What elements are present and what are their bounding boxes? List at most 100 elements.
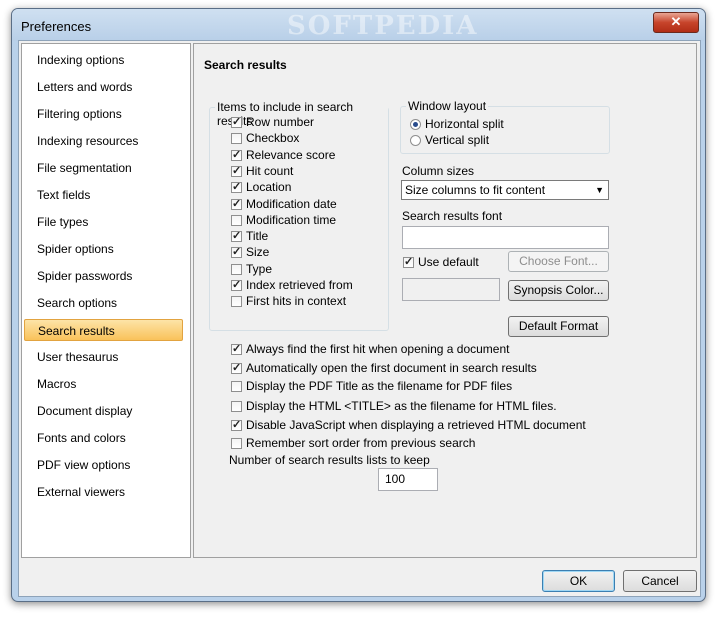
default-format-button[interactable]: Default Format	[508, 316, 609, 337]
checkbox-label: Index retrieved from	[246, 278, 353, 292]
disable-javascript-checkbox[interactable]: Disable JavaScript when displaying a ret…	[231, 417, 586, 433]
checkbox-box[interactable]	[231, 263, 242, 275]
checkbox-label: Hit count	[246, 164, 294, 178]
sidebar-item-spider-options[interactable]: Spider options	[24, 238, 183, 260]
softpedia-watermark: SOFTPEDIA	[287, 11, 479, 41]
checkbox-label: Automatically open the first document in…	[246, 361, 537, 375]
sidebar-item-indexing-resources[interactable]: Indexing resources	[24, 130, 183, 152]
always-find-first-hit-checkbox[interactable]: Always find the first hit when opening a…	[231, 341, 509, 357]
include-title-checkbox[interactable]: Title	[231, 228, 268, 244]
include-row-number-checkbox[interactable]: Row number	[231, 114, 314, 130]
checkbox-label: Always find the first hit when opening a…	[246, 342, 510, 356]
column-sizes-value: Size columns to fit content	[405, 183, 546, 197]
checkbox-label: Location	[246, 180, 292, 194]
include-checkbox-checkbox[interactable]: Checkbox	[231, 130, 299, 146]
include-first-hits-in-context-checkbox[interactable]: First hits in context	[231, 293, 346, 309]
checkbox-box[interactable]	[231, 180, 242, 193]
title-bar[interactable]: Preferences SOFTPEDIA ✕	[12, 9, 705, 41]
checkbox-label: Disable JavaScript when displaying a ret…	[246, 418, 586, 432]
dialog-client: Indexing options Letters and words Filte…	[18, 40, 701, 597]
checkbox-label: Title	[246, 229, 269, 243]
remember-sort-order-checkbox[interactable]: Remember sort order from previous search	[231, 435, 475, 451]
synopsis-color-button[interactable]: Synopsis Color...	[508, 280, 609, 301]
sidebar-item-search-results[interactable]: Search results	[24, 319, 183, 341]
sidebar-item-pdf-view-options[interactable]: PDF view options	[24, 454, 183, 476]
vertical-split-radio[interactable]: Vertical split	[410, 132, 489, 148]
checkbox-box[interactable]	[231, 437, 242, 449]
sidebar-item-indexing-options[interactable]: Indexing options	[24, 49, 183, 71]
html-title-as-filename-checkbox[interactable]: Display the HTML <TITLE> as the filename…	[231, 398, 557, 414]
checkbox-box[interactable]	[231, 342, 242, 355]
sidebar-item-filtering-options[interactable]: Filtering options	[24, 103, 183, 125]
choose-font-button[interactable]: Choose Font...	[508, 251, 609, 272]
sidebar-item-external-viewers[interactable]: External viewers	[24, 481, 183, 503]
close-button[interactable]: ✕	[653, 12, 699, 33]
checkbox-box[interactable]	[231, 278, 242, 291]
window-layout-label: Window layout	[406, 99, 489, 113]
include-type-checkbox[interactable]: Type	[231, 261, 272, 277]
sidebar-item-file-segmentation[interactable]: File segmentation	[24, 157, 183, 179]
include-hit-count-checkbox[interactable]: Hit count	[231, 163, 293, 179]
ok-button[interactable]: OK	[542, 570, 615, 592]
auto-open-first-document-checkbox[interactable]: Automatically open the first document in…	[231, 360, 537, 376]
checkbox-box[interactable]	[231, 380, 242, 392]
checkbox-box[interactable]	[231, 132, 242, 144]
checkbox-box[interactable]	[231, 245, 242, 258]
sidebar-item-search-options[interactable]: Search options	[24, 292, 183, 314]
radio-circle[interactable]	[410, 118, 421, 130]
checkbox-label: Type	[246, 262, 273, 276]
checkbox-box[interactable]	[231, 214, 242, 226]
checkbox-box[interactable]	[231, 361, 242, 374]
include-index-retrieved-from-checkbox[interactable]: Index retrieved from	[231, 277, 353, 293]
radio-label: Horizontal split	[425, 117, 504, 131]
checkbox-label: Use default	[418, 255, 479, 269]
checkbox-box[interactable]	[231, 229, 242, 242]
checkbox-label: Display the PDF Title as the filename fo…	[246, 379, 513, 393]
sidebar-item-file-types[interactable]: File types	[24, 211, 183, 233]
use-default-font-checkbox[interactable]: Use default	[403, 254, 479, 270]
window-title: Preferences	[21, 19, 92, 34]
checkbox-label: Checkbox	[246, 131, 300, 145]
include-location-checkbox[interactable]: Location	[231, 179, 291, 195]
checkbox-box[interactable]	[231, 148, 242, 161]
include-relevance-score-checkbox[interactable]: Relevance score	[231, 147, 335, 163]
close-icon: ✕	[670, 14, 682, 29]
column-sizes-label: Column sizes	[402, 164, 475, 178]
lists-to-keep-label: Number of search results lists to keep	[229, 453, 430, 467]
sidebar-item-text-fields[interactable]: Text fields	[24, 184, 183, 206]
sidebar-item-letters-and-words[interactable]: Letters and words	[24, 76, 183, 98]
checkbox-box[interactable]	[231, 418, 242, 431]
checkbox-label: Display the HTML <TITLE> as the filename…	[246, 399, 557, 413]
cancel-button[interactable]: Cancel	[623, 570, 697, 592]
synopsis-color-swatch	[402, 278, 500, 301]
checkbox-box[interactable]	[231, 115, 242, 128]
preferences-window: Preferences SOFTPEDIA ✕ Indexing options…	[11, 8, 706, 602]
sidebar-item-macros[interactable]: Macros	[24, 373, 183, 395]
checkbox-box[interactable]	[231, 400, 242, 412]
include-modification-date-checkbox[interactable]: Modification date	[231, 196, 337, 212]
horizontal-split-radio[interactable]: Horizontal split	[410, 116, 504, 132]
radio-label: Vertical split	[425, 133, 490, 147]
pdf-title-as-filename-checkbox[interactable]: Display the PDF Title as the filename fo…	[231, 378, 512, 394]
checkbox-label: Row number	[246, 115, 315, 129]
include-size-checkbox[interactable]: Size	[231, 244, 269, 260]
radio-circle[interactable]	[410, 134, 421, 146]
settings-panel: Search results Items to include in searc…	[193, 43, 697, 558]
sidebar-item-spider-passwords[interactable]: Spider passwords	[24, 265, 183, 287]
lists-to-keep-input[interactable]: 100	[378, 468, 438, 491]
checkbox-box[interactable]	[231, 164, 242, 177]
column-sizes-select[interactable]: Size columns to fit content ▼	[401, 180, 609, 200]
dropdown-arrow-icon: ▼	[595, 185, 604, 195]
window-layout-group: Window layout Horizontal split Vertical …	[400, 99, 610, 154]
checkbox-label: Modification date	[246, 197, 337, 211]
font-name-field[interactable]	[402, 226, 609, 249]
category-list: Indexing options Letters and words Filte…	[21, 43, 191, 558]
sidebar-item-document-display[interactable]: Document display	[24, 400, 183, 422]
sidebar-item-user-thesaurus[interactable]: User thesaurus	[24, 346, 183, 368]
checkbox-label: Relevance score	[246, 148, 336, 162]
checkbox-box[interactable]	[403, 255, 414, 268]
checkbox-box[interactable]	[231, 197, 242, 210]
sidebar-item-fonts-and-colors[interactable]: Fonts and colors	[24, 427, 183, 449]
include-modification-time-checkbox[interactable]: Modification time	[231, 212, 336, 228]
checkbox-box[interactable]	[231, 295, 242, 307]
